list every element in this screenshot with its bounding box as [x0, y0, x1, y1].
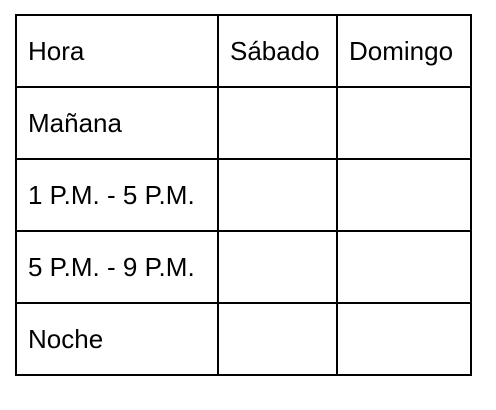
cell-domingo[interactable] — [336, 302, 472, 376]
row-label-noche: Noche — [15, 302, 219, 376]
table-row: Noche — [15, 302, 472, 376]
cell-sabado[interactable] — [217, 302, 338, 376]
header-hora: Hora — [15, 14, 219, 88]
schedule-table: Hora Sábado Domingo Mañana 1 P.M. - 5 P.… — [15, 14, 472, 376]
row-label-1pm-5pm: 1 P.M. - 5 P.M. — [15, 158, 219, 232]
table-row: Mañana — [15, 86, 472, 160]
header-sabado: Sábado — [217, 14, 338, 88]
table-row: 1 P.M. - 5 P.M. — [15, 158, 472, 232]
table-row: 5 P.M. - 9 P.M. — [15, 230, 472, 304]
cell-domingo[interactable] — [336, 230, 472, 304]
row-label-5pm-9pm: 5 P.M. - 9 P.M. — [15, 230, 219, 304]
cell-domingo[interactable] — [336, 86, 472, 160]
cell-domingo[interactable] — [336, 158, 472, 232]
cell-sabado[interactable] — [217, 158, 338, 232]
cell-sabado[interactable] — [217, 86, 338, 160]
row-label-manana: Mañana — [15, 86, 219, 160]
header-row: Hora Sábado Domingo — [15, 14, 472, 88]
header-domingo: Domingo — [336, 14, 472, 88]
cell-sabado[interactable] — [217, 230, 338, 304]
